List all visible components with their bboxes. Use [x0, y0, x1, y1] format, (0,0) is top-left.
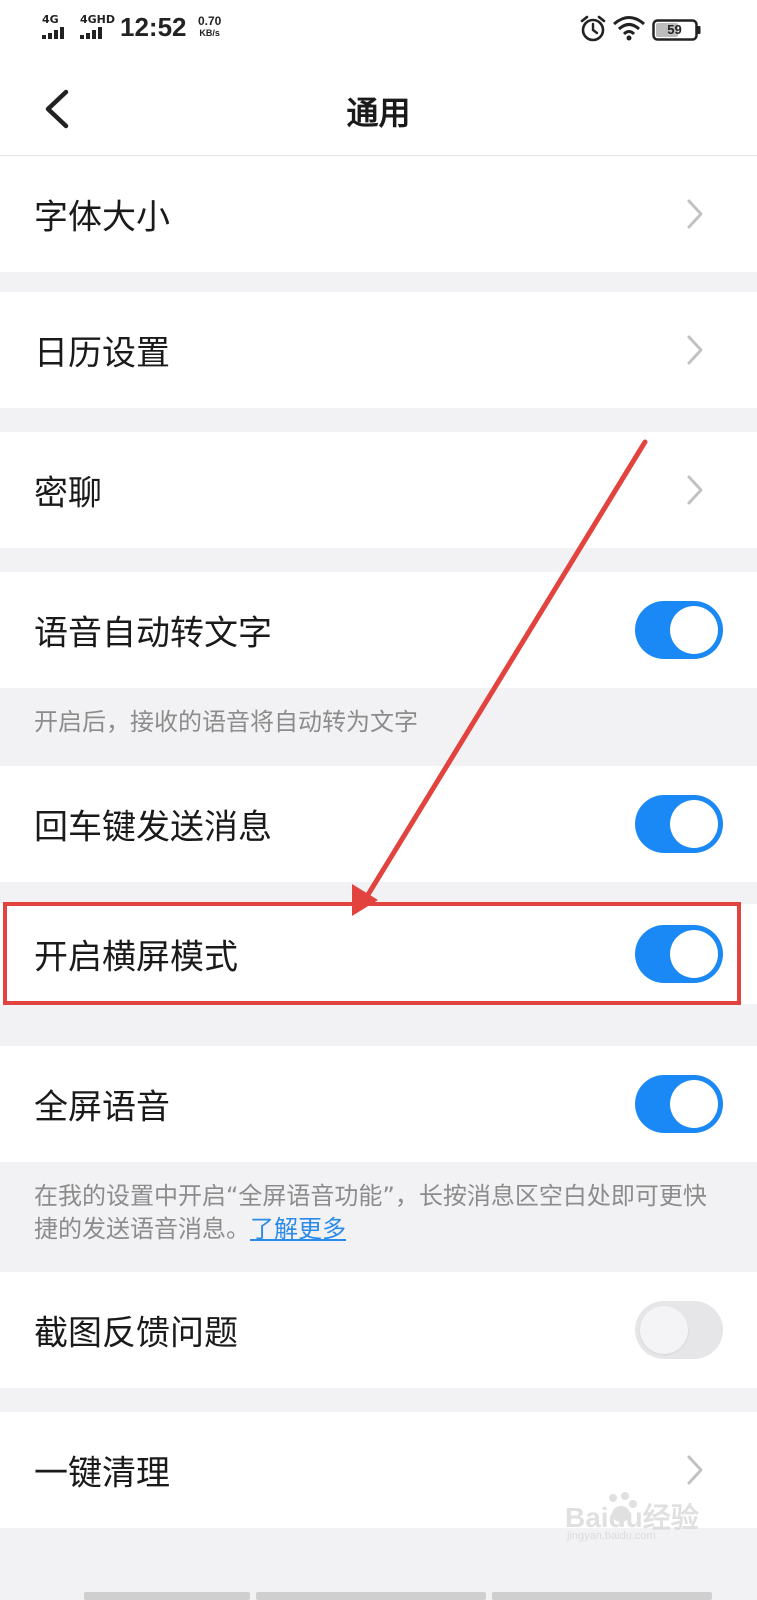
- chevron-right-icon: [687, 199, 703, 229]
- setting-label: 回车键发送消息: [34, 807, 272, 848]
- network-speed: 0.70 KB/s: [198, 15, 221, 39]
- signal-2-label: 4GHD: [80, 13, 116, 26]
- setting-row-voice-to-text: 语音自动转文字: [0, 572, 757, 688]
- chevron-right-icon: [687, 1455, 703, 1485]
- wifi-icon: [613, 16, 645, 41]
- signal-1-label: 4G: [42, 13, 59, 26]
- voice-to-text-hint: 开启后，接收的语音将自动转为文字: [34, 708, 418, 736]
- toggle-knob: [670, 930, 718, 978]
- enter-to-send-toggle[interactable]: [635, 795, 723, 853]
- signal-2-icon: [80, 27, 102, 39]
- fullscreen-voice-hint-text: 在我的设置中开启“全屏语音功能”，长按消息区空白处即可更快捷的发送语音消息。: [34, 1182, 707, 1243]
- nav-bar: 通用: [0, 58, 757, 156]
- toggle-knob: [670, 1080, 718, 1128]
- setting-label: 截图反馈问题: [34, 1313, 238, 1354]
- setting-label: 一键清理: [34, 1453, 170, 1494]
- bottom-edge: [0, 1582, 757, 1600]
- learn-more-link[interactable]: 了解更多: [250, 1215, 346, 1243]
- baidu-watermark: Baidu经验 jingyan.baidu.com: [565, 1490, 725, 1550]
- toggle-knob: [670, 606, 718, 654]
- screenshot-feedback-toggle[interactable]: [635, 1301, 723, 1359]
- chevron-right-icon: [687, 335, 703, 365]
- voice-to-text-toggle[interactable]: [635, 601, 723, 659]
- chevron-right-icon: [687, 475, 703, 505]
- setting-row-enter-to-send: 回车键发送消息: [0, 766, 757, 882]
- setting-label: 全屏语音: [34, 1087, 170, 1128]
- network-speed-unit: KB/s: [199, 28, 220, 38]
- setting-label: 开启横屏模式: [34, 937, 238, 978]
- fullscreen-voice-hint: 在我的设置中开启“全屏语音功能”，长按消息区空白处即可更快捷的发送语音消息。了解…: [34, 1180, 724, 1246]
- setting-row-screenshot-feedback: 截图反馈问题: [0, 1272, 757, 1388]
- setting-row-fullscreen-voice: 全屏语音: [0, 1046, 757, 1162]
- page-title: 通用: [346, 94, 411, 132]
- setting-row-font-size[interactable]: 字体大小: [0, 156, 757, 272]
- setting-row-landscape: 开启横屏模式: [0, 904, 757, 1004]
- status-bar: 4G 4GHD 12:52 0.70 KB/s 59: [0, 0, 757, 58]
- setting-label: 密聊: [34, 473, 102, 514]
- landscape-toggle[interactable]: [635, 925, 723, 983]
- setting-label: 日历设置: [34, 333, 170, 374]
- setting-label: 语音自动转文字: [34, 613, 272, 654]
- toggle-knob: [670, 800, 718, 848]
- battery-icon: 59: [652, 19, 702, 41]
- watermark-url: jingyan.baidu.com: [567, 1530, 656, 1542]
- fullscreen-voice-toggle[interactable]: [635, 1075, 723, 1133]
- battery-level: 59: [667, 22, 682, 37]
- clock: 12:52: [120, 12, 187, 42]
- signal-1-icon: [42, 27, 64, 39]
- setting-row-secret-chat[interactable]: 密聊: [0, 432, 757, 548]
- network-speed-value: 0.70: [198, 14, 222, 28]
- toggle-knob: [640, 1306, 688, 1354]
- alarm-icon: [580, 15, 606, 42]
- setting-label: 字体大小: [34, 197, 170, 238]
- setting-row-calendar[interactable]: 日历设置: [0, 292, 757, 408]
